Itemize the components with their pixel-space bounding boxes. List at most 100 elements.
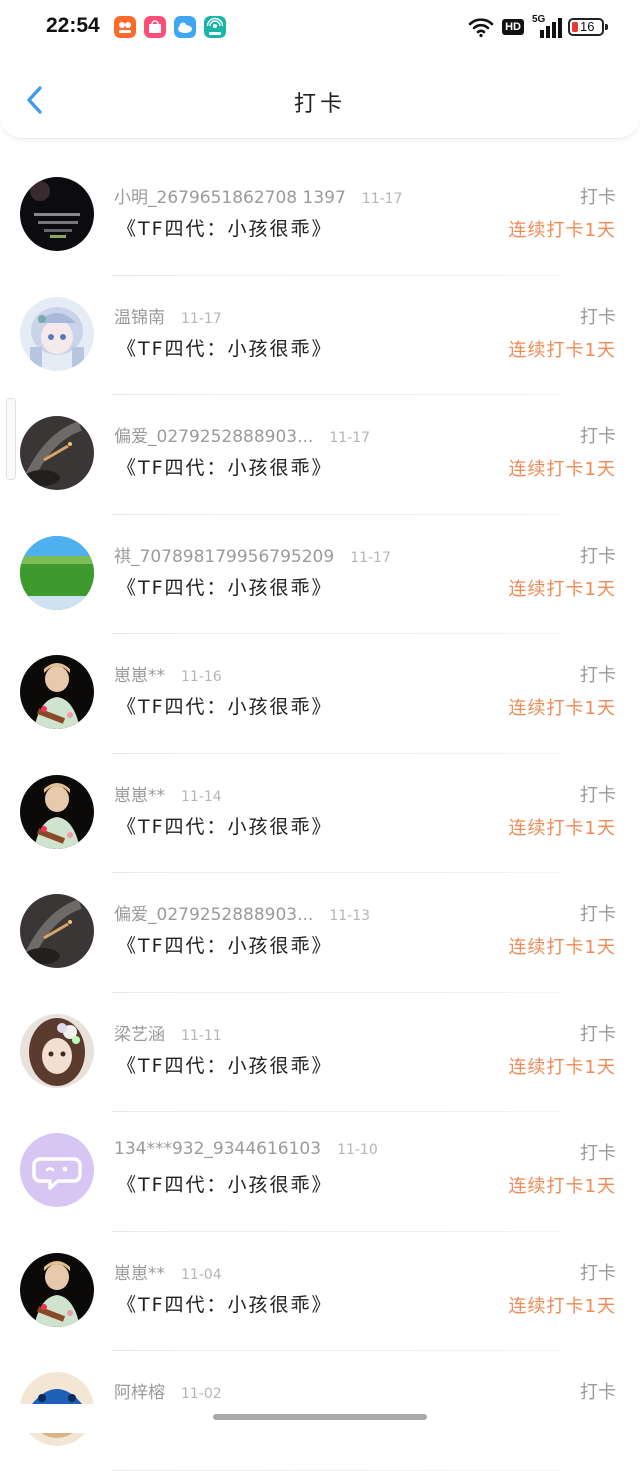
user-meta: 崽崽** 11-14 [114,781,222,806]
user-meta: 梁艺涵 11-11 [114,1020,222,1045]
checkin-date: 11-11 [181,1027,222,1044]
user-meta: 偏爱_0279252888903... 11-13 [114,900,370,925]
video-app-icon [114,16,136,38]
signal-icon: 5G [532,14,562,38]
streak-label: 连续打卡1天 [508,339,616,361]
avatar[interactable] [20,655,94,729]
status-bar: 22:54 HD 5G 16 [0,0,640,60]
checkin-row[interactable]: 偏爱_0279252888903... 11-13 《TF四代：小孩很乖》 打卡连续打… [0,873,640,993]
record-type: 打卡 [580,306,616,328]
hotspot-app-icon [204,16,226,38]
record-type: 打卡 [580,784,616,806]
username[interactable]: 祺_707898179956795209 [114,542,334,567]
weather-app-icon [174,16,196,38]
book-title[interactable]: 《TF四代：小孩很乖》 [117,214,333,241]
home-indicator[interactable] [213,1414,427,1420]
user-meta: 崽崽** 11-16 [114,661,222,686]
streak-label: 连续打卡1天 [508,1056,616,1078]
record-type: 打卡 [580,1382,616,1403]
system-icons: HD 5G 16 [468,14,608,38]
shopping-app-icon [144,16,166,38]
streak-label: 连续打卡1天 [508,817,616,839]
status-time: 22:54 [46,14,100,37]
user-meta: 134***932_9344616103 11-10 [114,1139,378,1159]
record-type: 打卡 [580,187,616,208]
checkin-row[interactable]: 崽崽** 11-04 《TF四代：小孩很乖》 打卡连续打卡1天 [0,1232,640,1351]
username[interactable]: 崽崽** [114,1259,165,1284]
user-meta: 小明_2679651862708 1397 11-17 [114,183,402,208]
checkin-date: 11-02 [181,1386,222,1402]
avatar[interactable] [20,894,94,968]
avatar[interactable] [20,177,94,251]
record-type: 打卡 [580,665,616,686]
record-type: 打卡 [580,904,616,925]
streak-label: 连续打卡1天 [508,698,616,719]
checkin-date: 11-17 [181,310,222,327]
user-meta: 阿梓榕 11-02 [114,1378,222,1403]
record-type: 打卡 [580,545,616,567]
streak-label: 连续打卡1天 [508,220,616,241]
user-meta: 祺_707898179956795209 11-17 [114,542,391,567]
hd-badge: HD [502,19,524,35]
record-type: 打卡 [580,1143,616,1164]
record-type: 打卡 [580,426,616,447]
avatar[interactable] [20,1013,94,1088]
book-title[interactable]: 《TF四代：小孩很乖》 [117,931,333,958]
checkin-row[interactable]: 134***932_9344616103 11-10 《TF四代：小孩很乖》 打卡 连续… [0,1112,640,1232]
streak-label: 连续打卡1天 [508,1295,616,1317]
checkin-row[interactable]: 偏爱_0279252888903... 11-17 《TF四代：小孩很乖》 打卡连续打… [0,395,640,515]
notification-icons [114,16,226,38]
streak-label: 连续打卡1天 [508,459,616,480]
wifi-icon [468,18,494,38]
checkin-date: 11-17 [361,191,403,207]
checkin-row[interactable]: 梁艺涵 11-11 《TF四代：小孩很乖》 打卡连续打卡1天 [0,993,640,1112]
record-type: 打卡 [580,1023,616,1045]
battery-icon: 16 [568,18,608,36]
avatar[interactable] [20,296,94,371]
record-type: 打卡 [580,1262,616,1284]
streak-label: 连续打卡1天 [508,578,616,600]
checkin-row[interactable]: 祺_707898179956795209 11-17 《TF四代：小孩很乖》 打卡连续… [0,515,640,634]
avatar[interactable] [20,774,94,849]
book-title[interactable]: 《TF四代：小孩很乖》 [117,1170,333,1197]
username[interactable]: 偏爱_0279252888903... [114,900,313,925]
book-title[interactable]: 《TF四代：小孩很乖》 [117,334,333,361]
avatar[interactable] [20,1133,94,1207]
book-title[interactable]: 《TF四代：小孩很乖》 [117,453,333,480]
user-meta: 崽崽** 11-04 [114,1259,222,1284]
checkin-date: 11-04 [181,1266,222,1283]
book-title[interactable]: 《TF四代：小孩很乖》 [117,1051,333,1078]
nav-bar: 打卡 [0,60,640,139]
page-title: 打卡 [293,92,346,117]
battery-level: 16 [580,19,595,34]
avatar[interactable] [20,416,94,490]
username[interactable]: 阿梓榕 [114,1378,165,1403]
avatar[interactable] [20,1252,94,1327]
username[interactable]: 崽崽** [114,661,165,686]
user-meta: 偏爱_0279252888903... 11-17 [114,422,370,447]
streak-label: 连续打卡1天 [508,1176,616,1197]
book-title[interactable]: 《TF四代：小孩很乖》 [117,812,333,839]
network-type: 5G [532,14,546,25]
book-title[interactable]: 《TF四代：小孩很乖》 [117,573,333,600]
username[interactable]: 崽崽** [114,781,165,806]
username[interactable]: 梁艺涵 [114,1020,165,1045]
checkin-list: 小明_2679651862708 1397 11-17 《TF四代：小孩很乖》 打卡连… [0,156,640,1471]
checkin-row[interactable]: 小明_2679651862708 1397 11-17 《TF四代：小孩很乖》 打卡连… [0,156,640,276]
username[interactable]: 134***932_9344616103 [114,1139,321,1159]
checkin-date: 11-13 [329,908,371,924]
checkin-date: 11-17 [329,430,371,446]
streak-label: 连续打卡1天 [508,937,616,958]
checkin-row[interactable]: 崽崽** 11-14 《TF四代：小孩很乖》 打卡连续打卡1天 [0,754,640,873]
row-divider [112,1469,560,1471]
username[interactable]: 小明_2679651862708 1397 [114,183,346,208]
avatar[interactable] [20,535,94,610]
username[interactable]: 温锦南 [114,303,165,328]
book-title[interactable]: 《TF四代：小孩很乖》 [117,1290,333,1317]
checkin-date: 11-17 [350,549,391,566]
username[interactable]: 偏爱_0279252888903... [114,422,313,447]
checkin-row[interactable]: 温锦南 11-17 《TF四代：小孩很乖》 打卡连续打卡1天 [0,276,640,395]
checkin-date: 11-10 [337,1142,378,1158]
book-title[interactable]: 《TF四代：小孩很乖》 [117,692,333,719]
checkin-row[interactable]: 崽崽** 11-16 《TF四代：小孩很乖》 打卡连续打卡1天 [0,634,640,754]
